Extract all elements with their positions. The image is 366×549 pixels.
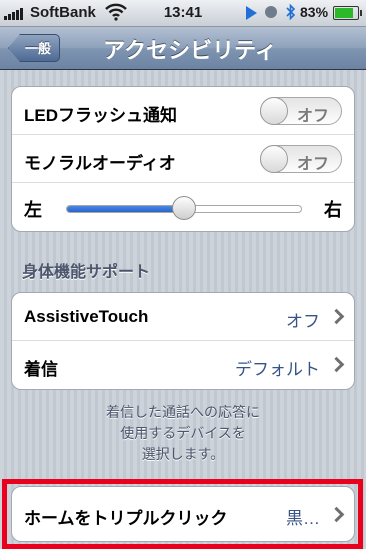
navigation-bar: 一般 アクセシビリティ: [0, 27, 366, 70]
footer-line: 着信した通話への応答に: [106, 404, 260, 420]
section-footer-note: 着信した通話への応答に 使用するデバイスを 選択します。: [40, 402, 326, 465]
chevron-right-icon: [328, 308, 345, 325]
mono-audio-row: モノラルオーディオ オフ: [12, 135, 354, 183]
battery-icon: [333, 6, 362, 20]
toggle-knob: [260, 145, 288, 173]
balance-right-label: 右: [324, 200, 342, 220]
assistive-touch-value: オフ: [286, 312, 320, 331]
play-icon: [246, 6, 257, 20]
back-button[interactable]: 一般: [8, 34, 60, 62]
footer-line: 使用するデバイスを: [120, 425, 246, 441]
toggle-state-label: オフ: [297, 108, 330, 125]
balance-slider-fill: [67, 206, 185, 212]
mono-audio-toggle[interactable]: オフ: [260, 145, 342, 173]
footer-line: 選択します。: [141, 446, 225, 462]
assistive-touch-label: AssistiveTouch: [24, 307, 149, 326]
led-flash-row: LEDフラッシュ通知 オフ: [12, 87, 354, 135]
status-bar: SoftBank 13:41 83%: [0, 0, 366, 27]
toggle-knob: [260, 97, 288, 125]
mono-audio-label: モノラルオーディオ: [24, 154, 176, 173]
bluetooth-icon: [286, 3, 296, 21]
toggle-state-label: オフ: [297, 156, 330, 173]
balance-slider-row: 左 右: [12, 183, 354, 231]
assistive-touch-row[interactable]: AssistiveTouch オフ: [12, 293, 354, 341]
led-flash-label: LEDフラッシュ通知: [24, 106, 177, 125]
orientation-lock-icon: [265, 6, 277, 18]
incoming-call-value: デフォルト: [235, 360, 320, 379]
chevron-right-icon: [328, 356, 345, 373]
physical-support-group: AssistiveTouch オフ 着信 デフォルト: [11, 292, 355, 390]
hearing-settings-group: LEDフラッシュ通知 オフ モノラルオーディオ オフ 左 右: [11, 86, 355, 232]
section-header-physical-support: 身体機能サポート: [22, 264, 151, 281]
balance-left-label: 左: [24, 200, 42, 220]
battery-percent: 83%: [300, 4, 329, 20]
page-title: アクセシビリティ: [103, 38, 277, 63]
incoming-call-label: 着信: [24, 360, 58, 379]
balance-slider-thumb[interactable]: [172, 196, 196, 220]
highlight-box: [2, 479, 363, 549]
led-flash-toggle[interactable]: オフ: [260, 97, 342, 125]
incoming-call-row[interactable]: 着信 デフォルト: [12, 341, 354, 389]
